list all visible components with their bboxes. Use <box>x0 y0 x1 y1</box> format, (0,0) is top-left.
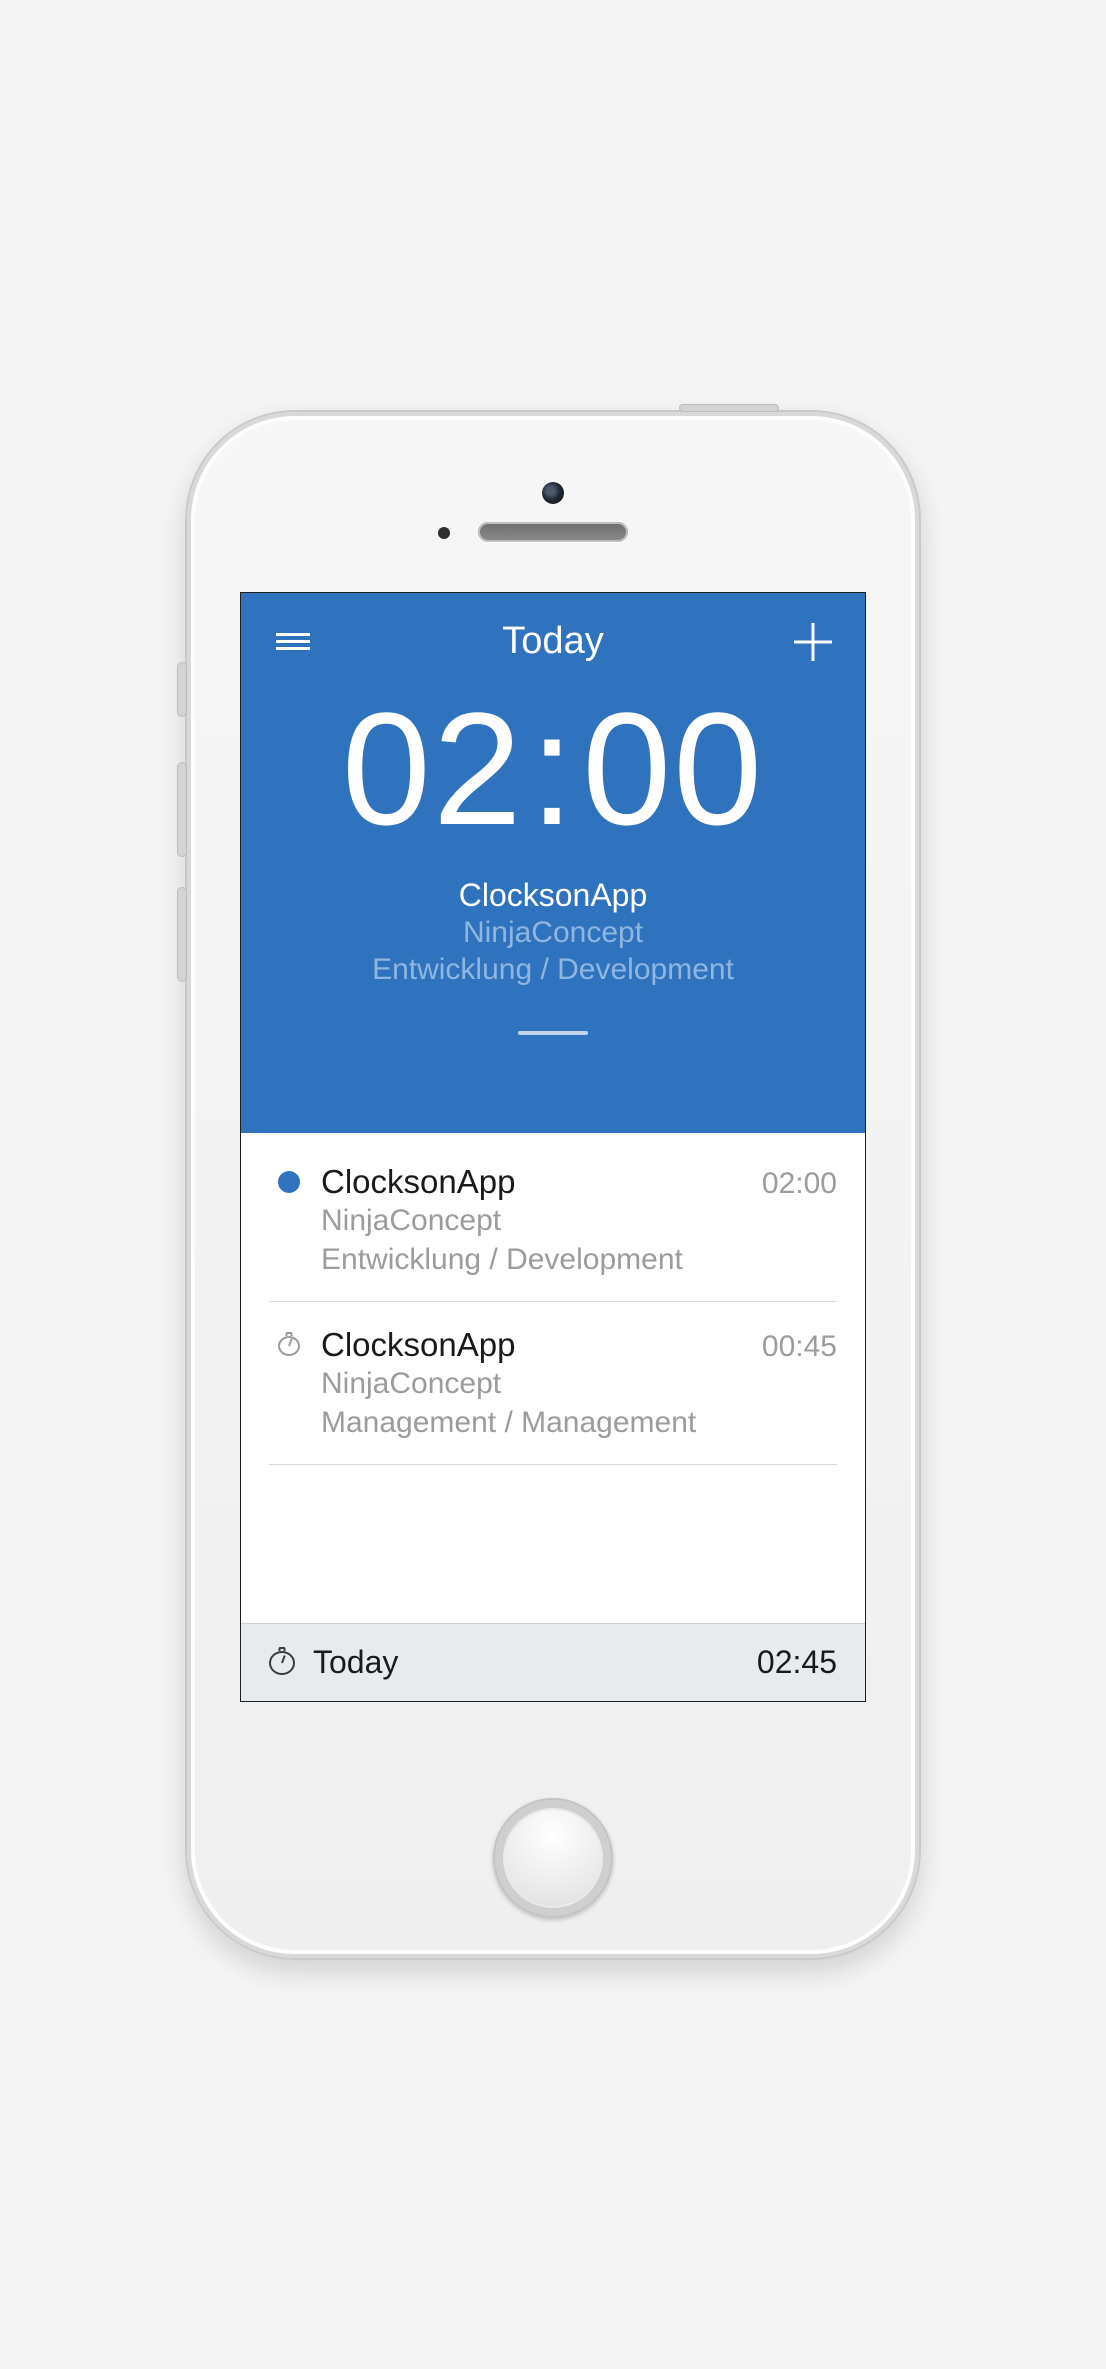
entry-client: NinjaConcept <box>321 1364 762 1403</box>
active-dot-icon <box>278 1171 300 1193</box>
timer-hours: 02 <box>342 679 524 858</box>
status-indicator <box>269 1163 309 1193</box>
entry-category: Management / Management <box>321 1403 762 1442</box>
footer-total: 02:45 <box>757 1644 837 1681</box>
entry-duration: 00:45 <box>762 1326 837 1364</box>
current-task-meta: ClocksonApp NinjaConcept Entwicklung / D… <box>269 877 837 989</box>
plus-icon <box>794 623 832 661</box>
entry-category: Entwicklung / Development <box>321 1240 762 1279</box>
volume-up[interactable] <box>177 762 187 857</box>
nav-bar: Today <box>269 617 837 667</box>
timer-minutes: 00 <box>582 679 764 858</box>
entry-list[interactable]: ClocksonApp NinjaConcept Entwicklung / D… <box>241 1133 865 1623</box>
front-camera <box>542 482 564 504</box>
proximity-sensor <box>438 527 450 539</box>
entry-project: ClocksonApp <box>321 1326 762 1364</box>
phone-frame: Today 02:00 ClocksonApp NinjaConcept Ent… <box>185 410 921 1960</box>
add-button[interactable] <box>789 618 837 666</box>
entry-client: NinjaConcept <box>321 1201 762 1240</box>
entry-duration: 02:00 <box>762 1163 837 1201</box>
drag-handle[interactable] <box>518 1031 588 1035</box>
power-button[interactable] <box>679 404 779 412</box>
timer-display: 02:00 <box>269 689 837 849</box>
mute-switch[interactable] <box>177 662 187 717</box>
stopwatch-icon <box>269 1649 295 1675</box>
summary-footer: Today 02:45 <box>241 1623 865 1701</box>
current-category: Entwicklung / Development <box>269 951 837 989</box>
earpiece <box>478 522 628 542</box>
app-screen: Today 02:00 ClocksonApp NinjaConcept Ent… <box>240 592 866 1702</box>
list-item[interactable]: ClocksonApp NinjaConcept Entwicklung / D… <box>269 1139 837 1302</box>
page-title: Today <box>502 620 603 663</box>
menu-icon <box>276 629 310 654</box>
current-client: NinjaConcept <box>269 914 837 952</box>
status-indicator <box>269 1326 309 1356</box>
home-button[interactable] <box>493 1798 613 1918</box>
volume-down[interactable] <box>177 887 187 982</box>
menu-button[interactable] <box>269 618 317 666</box>
stopwatch-icon <box>278 1334 300 1356</box>
current-project: ClocksonApp <box>269 877 837 914</box>
list-item[interactable]: ClocksonApp NinjaConcept Management / Ma… <box>269 1302 837 1465</box>
footer-label: Today <box>313 1644 398 1681</box>
entry-project: ClocksonApp <box>321 1163 762 1201</box>
header-panel: Today 02:00 ClocksonApp NinjaConcept Ent… <box>241 593 865 1133</box>
